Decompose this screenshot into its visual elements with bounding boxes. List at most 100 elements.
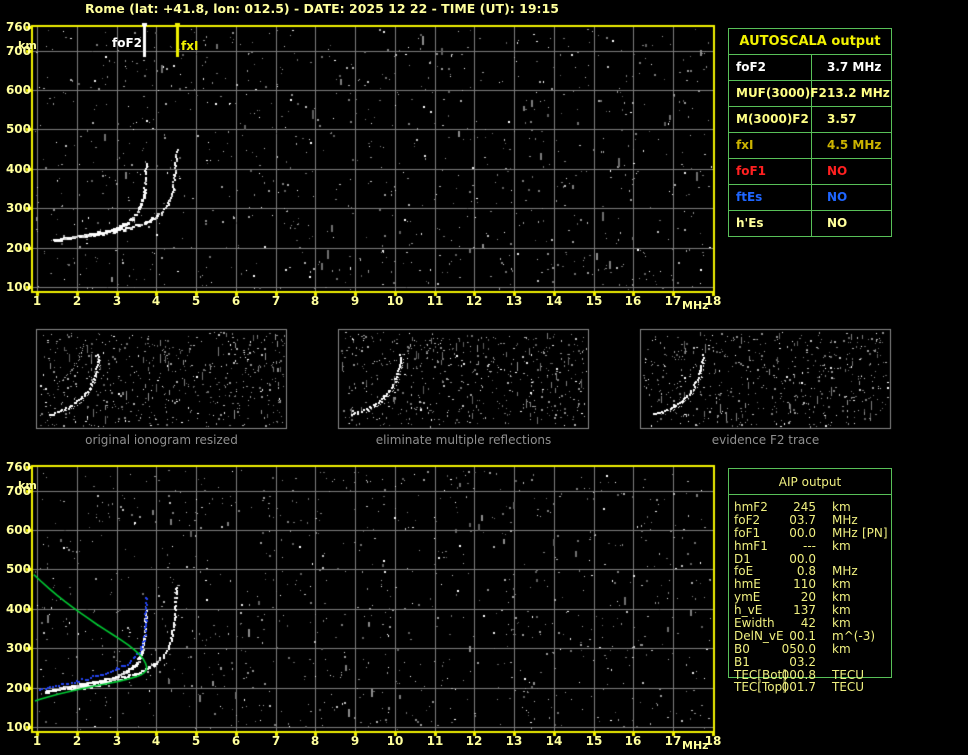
x-tick-label: 13: [505, 294, 523, 308]
x-tick-label: 7: [271, 734, 281, 748]
aip-row-value: 00.1: [789, 628, 816, 643]
aip-row-unit: km: [832, 538, 851, 553]
y-tick-label: 500: [5, 122, 31, 136]
x-tick-label: 13: [505, 734, 523, 748]
aip-row: TEC[Top] 001.7 TECU: [728, 681, 898, 694]
aip-row: Ewidth 42 km: [728, 617, 898, 630]
x-tick-label: 11: [426, 294, 444, 308]
panel-label-original: original ionogram resized: [85, 433, 238, 447]
x-tick-label: 18: [704, 294, 722, 308]
x-tick-label: 2: [72, 734, 82, 748]
aip-row: foF2 03.7 MHz: [728, 514, 898, 527]
aip-row-unit: m^(-3): [832, 628, 876, 643]
aip-row-unit: MHz: [832, 512, 858, 527]
x-tick-label: 7: [271, 294, 281, 308]
x-tick-label: 6: [231, 734, 241, 748]
x-tick-label: 9: [350, 294, 360, 308]
autoscala-row-value: NO: [827, 164, 848, 178]
y-tick-label: 700: [5, 484, 31, 498]
panel-label-eliminate: eliminate multiple reflections: [375, 433, 552, 447]
x-tick-label: 16: [624, 294, 642, 308]
x-tick-label: 1: [32, 734, 42, 748]
y-tick-label: 760: [5, 20, 31, 34]
x-tick-label: 8: [310, 734, 320, 748]
x-tick-label: 4: [151, 294, 161, 308]
autoscala-row-label: foF1: [729, 159, 812, 184]
aip-row-value: 03.2: [789, 654, 816, 669]
aip-row-unit: TECU: [832, 680, 865, 695]
aip-row-label: B1: [734, 654, 750, 669]
x-tick-label: 12: [465, 294, 483, 308]
x-tick-label: 17: [664, 294, 682, 308]
aip-row-unit: km: [832, 590, 851, 605]
x-tick-label: 3: [112, 734, 122, 748]
aip-row-value: 03.7: [789, 512, 816, 527]
y-tick-label: 760: [5, 460, 31, 474]
aip-row-value: 00.0: [789, 551, 816, 566]
aip-row-value: 245: [793, 500, 816, 514]
autoscala-output-table: AUTOSCALA output foF2 3.7 MHz MUF(3000)F2 1…: [728, 28, 892, 237]
x-tick-label: 11: [426, 734, 444, 748]
autoscala-row: h'Es NO: [729, 210, 891, 236]
autoscala-row-label: h'Es: [729, 211, 812, 236]
x-tick-label: 15: [585, 294, 603, 308]
aip-row: B0 050.0 km: [728, 643, 898, 656]
x-tick-label: 14: [545, 294, 563, 308]
x-tick-label: 9: [350, 734, 360, 748]
autoscala-table-rows: foF2 3.7 MHz MUF(3000)F2 13.2 MHz M(3000)F2 3…: [729, 54, 891, 236]
aip-row-value: 0.8: [796, 564, 816, 579]
aip-row: DelN_vE 00.1 m^(-3): [728, 630, 898, 643]
autoscala-row: ftEs NO: [729, 184, 891, 210]
x-tick-label: 15: [585, 734, 603, 748]
panel-label-evidence: evidence F2 trace: [711, 433, 820, 447]
x-tick-label: 3: [112, 294, 122, 308]
y-tick-label: 700: [5, 44, 31, 58]
y-tick-label: 200: [5, 241, 31, 255]
autoscala-row: foF1 NO: [729, 158, 891, 184]
autoscala-row-value: 13.2 MHz: [827, 86, 890, 100]
y-tick-label: 500: [5, 562, 31, 576]
x-tick-label: 12: [465, 734, 483, 748]
autoscala-row: fxI 4.5 MHz: [729, 132, 891, 158]
aip-row-value: 110: [793, 577, 816, 592]
aip-row-unit: km: [832, 500, 851, 514]
autoscala-table-title: AUTOSCALA output: [739, 34, 881, 49]
aip-row-unit: km: [832, 641, 851, 656]
autoscala-row-value: NO: [827, 190, 848, 204]
x-tick-label: 5: [191, 294, 201, 308]
autoscala-row: MUF(3000)F2 13.2 MHz: [729, 80, 891, 106]
y-tick-label: 100: [5, 720, 31, 734]
x-tick-label: 18: [704, 734, 722, 748]
aip-row-unit: km: [832, 603, 851, 618]
aip-row-unit: km: [832, 577, 851, 592]
y-tick-label: 300: [5, 201, 31, 215]
x-tick-label: 10: [386, 294, 404, 308]
autoscala-row-value: 3.7 MHz: [827, 60, 882, 74]
autoscala-row-label: ftEs: [729, 185, 812, 210]
aip-row-label: foE: [734, 564, 754, 579]
aip-row-value: 137: [793, 603, 816, 618]
x-tick-label: 10: [386, 734, 404, 748]
aip-row-note: [PN]: [862, 525, 888, 540]
autoscala-row-label: fxI: [729, 133, 812, 158]
aip-row-unit: MHz: [832, 525, 858, 540]
x-tick-label: 4: [151, 734, 161, 748]
x-tick-label: 6: [231, 294, 241, 308]
x-tick-label: 2: [72, 294, 82, 308]
aip-row: B1 03.2: [728, 656, 898, 669]
y-tick-label: 100: [5, 280, 31, 294]
autoscala-row-value: NO: [827, 216, 848, 230]
aip-row-unit: TECU: [832, 667, 865, 682]
aip-row-value: 42: [800, 616, 816, 631]
aip-row: hmF2 245 km: [728, 501, 898, 514]
autoscala-row-label: M(3000)F2: [729, 107, 812, 132]
x-tick-label: 14: [545, 734, 563, 748]
autoscala-row-label: foF2: [729, 55, 812, 80]
y-tick-label: 400: [5, 162, 31, 176]
aip-row-unit: MHz: [832, 564, 858, 579]
aip-row-value: 00.0: [789, 525, 816, 540]
aip-table-rows: hmF2 245 km foF2 03.7 MHz foF1 00.0 MHz [PN] hmF1-…: [728, 501, 898, 694]
autoscala-row: M(3000)F2 3.57: [729, 106, 891, 132]
x-tick-label: 5: [191, 734, 201, 748]
aip-row-value: 20: [800, 590, 816, 605]
